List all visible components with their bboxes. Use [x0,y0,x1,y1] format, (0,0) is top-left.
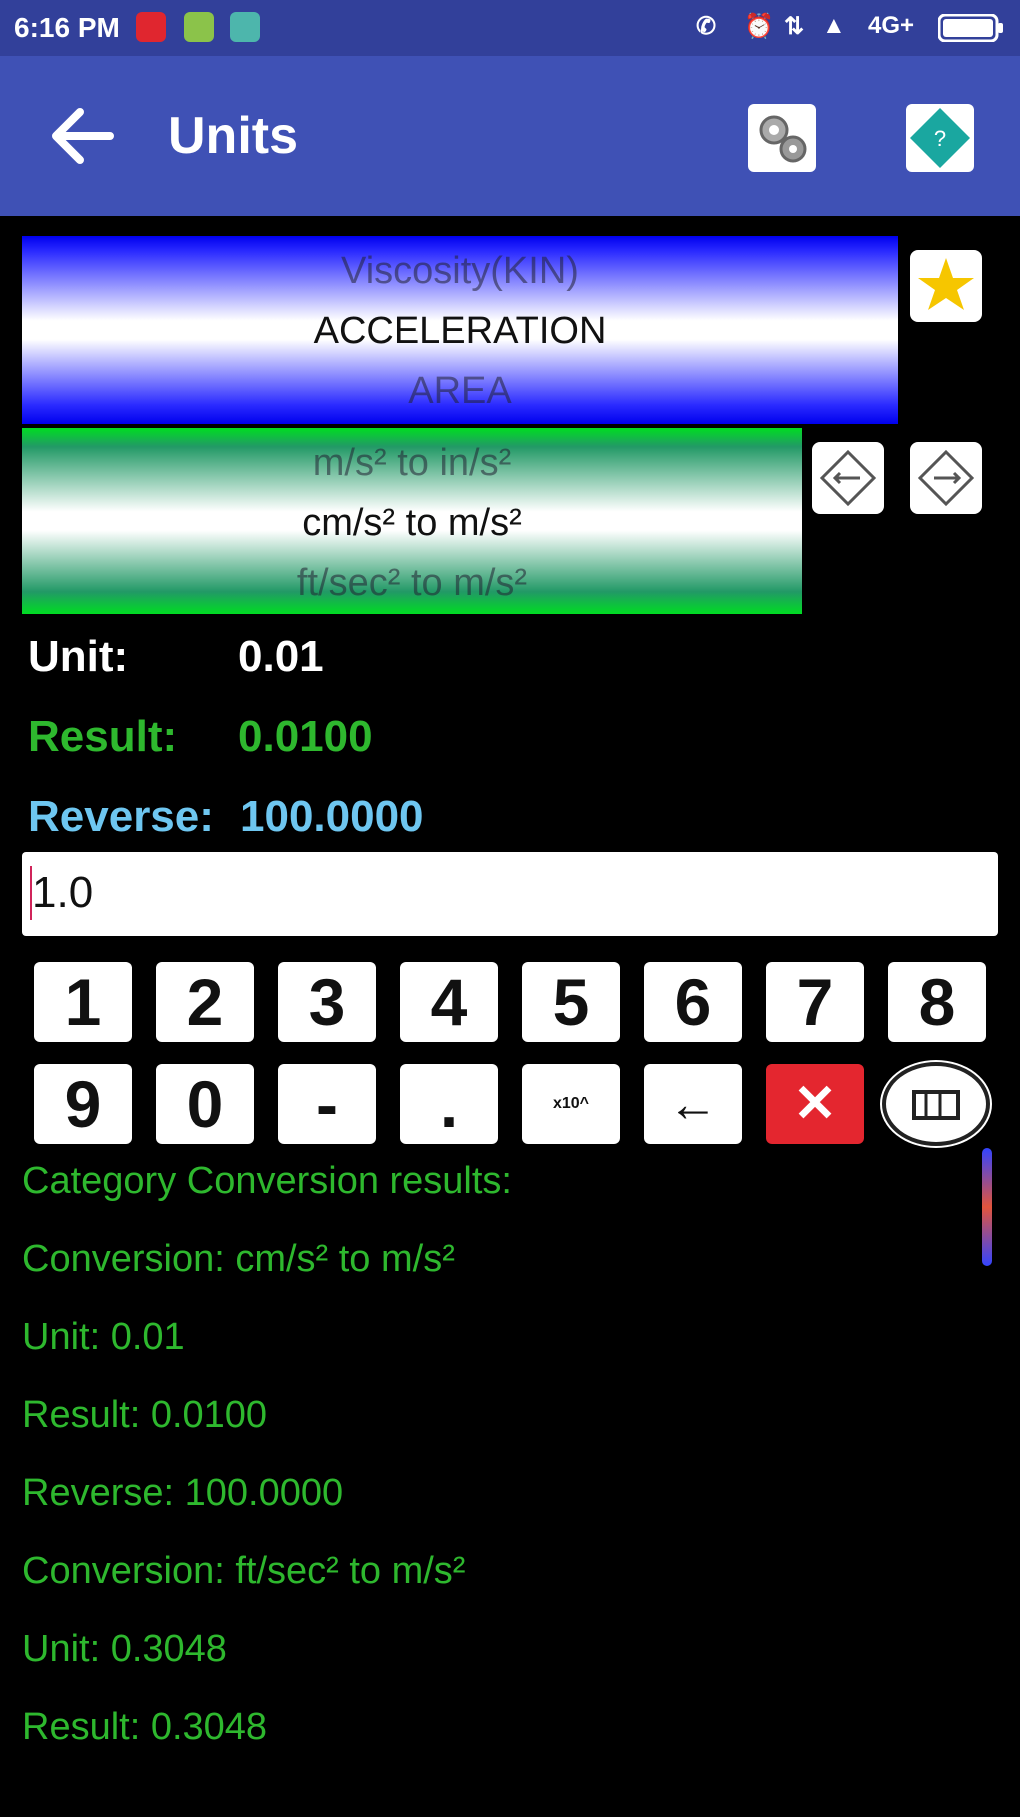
key-9[interactable]: 9 [34,1064,132,1144]
battery-icon [938,14,1003,42]
key-minus[interactable]: - [278,1064,376,1144]
help-button[interactable]: ? [906,104,974,172]
status-bar: 6:16 PM ✆ ⏰ ⇅ ▲ 4G+ [0,0,1020,56]
conversion-option-selected[interactable]: cm/s² to m/s² [22,502,802,545]
key-decimal[interactable]: . [400,1064,498,1144]
list-item: Unit: 0.01 [22,1316,185,1358]
category-option-below[interactable]: AREA [22,370,898,413]
swap-left-button[interactable] [812,442,884,514]
gears-icon [759,115,807,163]
list-item: Reverse: 100.0000 [22,1472,344,1514]
key-7[interactable]: 7 [766,962,864,1042]
reverse-value: 100.0000 [240,792,424,841]
result-value: 0.0100 [238,712,373,761]
list-item: Result: 0.0100 [22,1394,268,1436]
swap-arrows-icon [917,449,975,507]
key-3[interactable]: 3 [278,962,376,1042]
conversion-option-above[interactable]: m/s² to in/s² [22,442,802,485]
music-notification-icon [136,12,166,42]
key-1[interactable]: 1 [34,962,132,1042]
value-input[interactable]: 1.0 [22,852,998,936]
key-4[interactable]: 4 [400,962,498,1042]
key-2[interactable]: 2 [156,962,254,1042]
star-icon [918,258,974,310]
alarm-icon: ⏰ [744,13,774,40]
category-option-above[interactable]: Viscosity(KIN) [22,250,898,293]
conversion-picker[interactable]: m/s² to in/s² cm/s² to m/s² ft/sec² to m… [22,428,802,614]
list-item: Conversion: ft/sec² to m/s² [22,1550,466,1592]
arrow-left-icon[interactable] [50,108,114,164]
text-caret [30,866,32,920]
results-scrollbar[interactable] [982,1148,992,1266]
list-item: Conversion: cm/s² to m/s² [22,1238,455,1280]
unit-value: 0.01 [238,632,324,681]
conversion-option-below[interactable]: ft/sec² to m/s² [22,562,802,605]
key-exponent[interactable]: x10^ [522,1064,620,1144]
swap-right-button[interactable] [910,442,982,514]
key-8[interactable]: 8 [888,962,986,1042]
key-clear[interactable]: ✕ [766,1064,864,1144]
list-item: Result: 0.3048 [22,1706,268,1748]
signal-icon: ▲ [822,12,846,39]
gallery-notification-icon [230,12,260,42]
key-5[interactable]: 5 [522,962,620,1042]
swap-arrows-icon [819,449,877,507]
calculator-button[interactable] [880,1060,992,1148]
list-item: Unit: 0.3048 [22,1628,227,1670]
category-picker[interactable]: Viscosity(KIN) ACCELERATION AREA [22,236,898,424]
settings-button[interactable] [748,104,816,172]
svg-text:?: ? [934,126,946,151]
reverse-label: Reverse: [28,792,214,841]
unit-label: Unit: [28,632,129,681]
key-backspace[interactable]: ← [644,1064,742,1144]
help-diamond-icon: ? [910,108,970,168]
favorite-button[interactable] [910,250,982,322]
status-time: 6:16 PM [14,12,120,43]
data-arrows-icon: ⇅ [784,13,805,40]
page-title: Units [168,107,298,165]
result-label: Result: [28,712,178,761]
network-type: 4G+ [868,12,915,39]
key-6[interactable]: 6 [644,962,742,1042]
call-icon: ✆ [696,13,717,40]
app-toolbar: Units ? [0,56,1020,216]
calculator-icon [882,1062,990,1146]
category-option-selected[interactable]: ACCELERATION [22,310,898,353]
key-0[interactable]: 0 [156,1064,254,1144]
input-value[interactable]: 1.0 [32,868,93,918]
results-header: Category Conversion results: [22,1160,512,1202]
download-notification-icon [184,12,214,42]
